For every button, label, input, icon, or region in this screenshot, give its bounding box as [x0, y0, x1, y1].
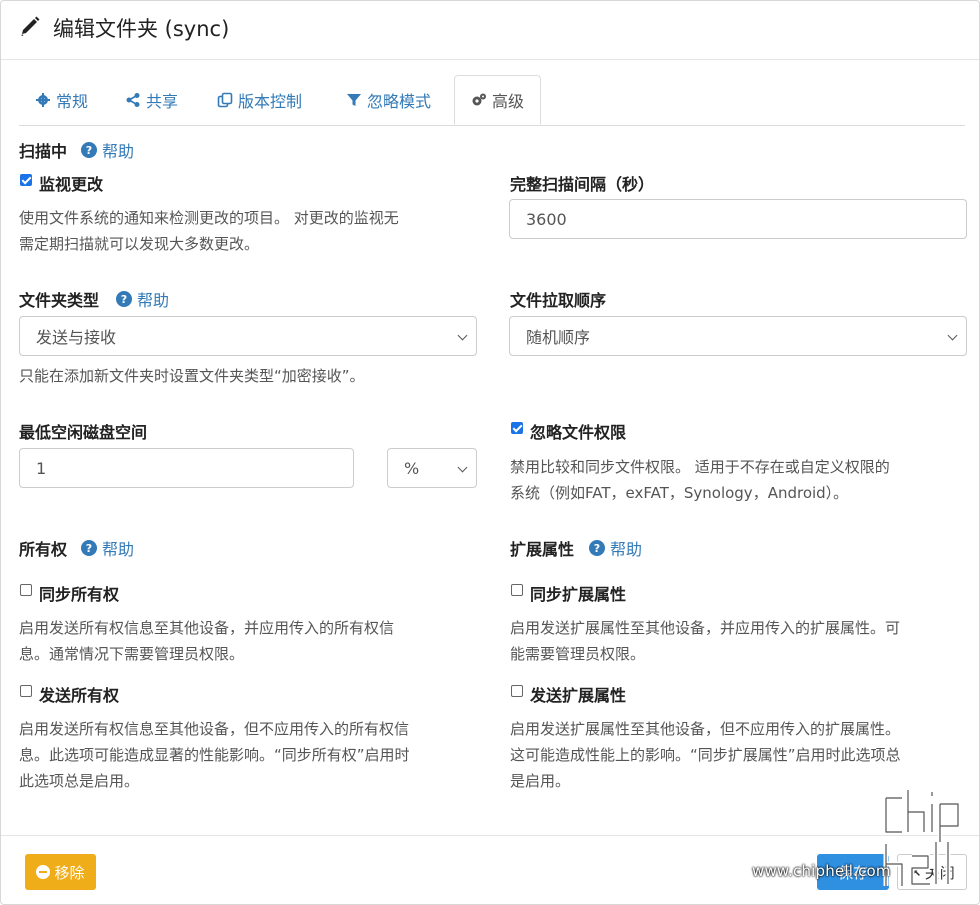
minus-circle-icon	[36, 865, 51, 879]
ownership-heading: 所有权	[19, 540, 68, 559]
send-xattrs-desc-1: 启用发送扩展属性至其他设备，但不应用传入的扩展属性。	[510, 720, 901, 738]
sync-ownership-checkbox[interactable]	[20, 584, 32, 596]
xattrs-help-link[interactable]: ? 帮助	[589, 536, 642, 560]
send-ownership-checkbox[interactable]	[20, 685, 32, 697]
tab-advanced[interactable]: 高级	[454, 75, 542, 125]
scanning-help-link[interactable]: ? 帮助	[81, 138, 134, 162]
help-label: 帮助	[137, 291, 170, 310]
remove-label: 移除	[54, 863, 85, 882]
pencil-icon	[21, 16, 40, 36]
tab-ignore-patterns[interactable]: 忽略模式	[346, 75, 431, 125]
send-xattrs-desc-3: 是启用。	[510, 772, 571, 790]
send-xattrs-desc-2: 这可能造成性能上的影响。“同步扩展属性”启用时此选项总	[510, 746, 901, 764]
gear-icon	[36, 93, 50, 107]
send-ownership-desc-3: 此选项总是启用。	[19, 772, 140, 790]
watch-changes-desc-2: 需定期扫描就可以发现大多数更改。	[19, 235, 260, 253]
question-circle-icon: ?	[81, 540, 97, 556]
sync-xattrs-desc-2: 能需要管理员权限。	[510, 645, 646, 663]
min-disk-value: 1	[36, 458, 47, 478]
min-disk-input[interactable]: 1	[19, 448, 354, 488]
ownership-help-link[interactable]: ? 帮助	[81, 536, 134, 560]
chevron-down-icon	[457, 330, 468, 341]
xattrs-heading: 扩展属性	[510, 540, 575, 559]
help-label: 帮助	[610, 540, 643, 559]
scanning-heading: 扫描中	[19, 142, 68, 161]
question-circle-icon: ?	[81, 142, 97, 158]
rescan-interval-label: 完整扫描间隔（秒）	[510, 175, 655, 194]
min-disk-label: 最低空闲磁盘空间	[19, 423, 148, 442]
watch-changes-desc-1: 使用文件系统的通知来检测更改的项目。 对更改的监视无	[19, 209, 399, 227]
tab-sharing[interactable]: 共享	[125, 75, 178, 125]
tab-label: 高级	[492, 92, 525, 111]
watermark-logo	[883, 790, 961, 887]
chevron-down-icon	[457, 462, 468, 473]
tab-label: 常规	[56, 92, 89, 111]
ignore-permissions-desc-2: 系统（例如FAT，exFAT，Synology，Android）。	[510, 484, 849, 502]
watch-changes-checkbox[interactable]	[20, 174, 32, 186]
watch-changes-label: 监视更改	[39, 175, 104, 194]
sync-xattrs-checkbox[interactable]	[511, 584, 523, 596]
folder-type-help-link[interactable]: ? 帮助	[116, 287, 169, 311]
gears-icon	[472, 93, 486, 106]
folder-type-value: 发送与接收	[36, 328, 117, 347]
copy-icon	[217, 92, 233, 108]
share-icon	[126, 93, 140, 107]
tab-bar: 常规 共享 版本控制 忽略模式 高级	[19, 75, 965, 126]
folder-type-label: 文件夹类型	[19, 291, 100, 310]
tab-versioning[interactable]: 版本控制	[217, 75, 302, 125]
pull-order-label: 文件拉取顺序	[510, 291, 607, 310]
send-ownership-label: 发送所有权	[39, 686, 120, 705]
send-xattrs-label: 发送扩展属性	[530, 686, 627, 705]
watermark-text: www.chiphell.com	[752, 862, 891, 880]
send-xattrs-checkbox[interactable]	[511, 685, 523, 697]
dialog-header: 编辑文件夹 (sync)	[1, 1, 979, 60]
remove-button[interactable]: 移除	[25, 854, 96, 890]
folder-type-select[interactable]: 发送与接收	[19, 316, 477, 356]
pull-order-value: 随机顺序	[526, 328, 591, 347]
help-label: 帮助	[102, 540, 135, 559]
send-ownership-desc-1: 启用发送所有权信息至其他设备，但不应用传入的所有权信	[19, 720, 410, 738]
rescan-interval-value: 3600	[526, 209, 567, 229]
sync-xattrs-desc-1: 启用发送扩展属性至其他设备，并应用传入的扩展属性。可	[510, 619, 901, 637]
min-disk-unit-select[interactable]: %	[387, 448, 477, 488]
edit-folder-dialog: 编辑文件夹 (sync) 常规 共享 版本控制 忽略模式 高级 扫描中 ? 帮助…	[0, 0, 980, 905]
sync-ownership-desc-2: 息。通常情况下需要管理员权限。	[19, 645, 245, 663]
sync-ownership-label: 同步所有权	[39, 585, 120, 604]
ignore-permissions-checkbox[interactable]	[511, 422, 523, 434]
question-circle-icon: ?	[116, 291, 132, 307]
min-disk-unit-value: %	[404, 458, 420, 478]
dialog-title: 编辑文件夹 (sync)	[53, 17, 230, 41]
ignore-permissions-desc-1: 禁用比较和同步文件权限。 适用于不存在或自定义权限的	[510, 458, 890, 476]
question-circle-icon: ?	[589, 540, 605, 556]
tab-general[interactable]: 常规	[35, 75, 88, 125]
filter-icon	[347, 94, 361, 106]
sync-ownership-desc-1: 启用发送所有权信息至其他设备，并应用传入的所有权信	[19, 619, 395, 637]
help-label: 帮助	[102, 142, 135, 161]
tab-label: 忽略模式	[367, 92, 432, 111]
ignore-permissions-label: 忽略文件权限	[530, 423, 627, 442]
tab-label: 共享	[146, 92, 179, 111]
rescan-interval-input[interactable]: 3600	[509, 199, 967, 239]
tab-label: 版本控制	[238, 92, 303, 111]
pull-order-select[interactable]: 随机顺序	[509, 316, 967, 356]
sync-xattrs-label: 同步扩展属性	[530, 585, 627, 604]
send-ownership-desc-2: 息。此选项可能造成显著的性能影响。“同步所有权”启用时	[19, 746, 410, 764]
folder-type-note: 只能在添加新文件夹时设置文件夹类型“加密接收”。	[19, 367, 365, 385]
chevron-down-icon	[947, 330, 958, 341]
